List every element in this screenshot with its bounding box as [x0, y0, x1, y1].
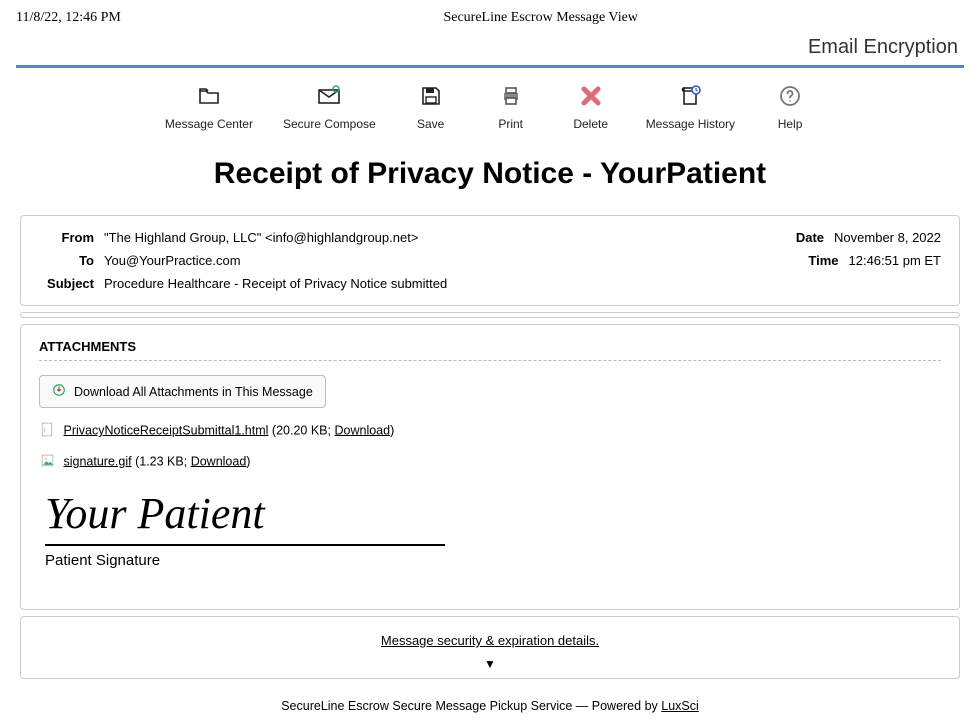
signature-block: Your Patient Patient Signature	[45, 492, 941, 569]
toolbar-label: Message Center	[165, 117, 253, 131]
divider	[16, 65, 964, 68]
attachment-download-link[interactable]: Download	[334, 423, 390, 437]
time-value: 12:46:51 pm ET	[849, 253, 942, 268]
save-button[interactable]: Save	[406, 84, 456, 131]
toolbar-label: Help	[778, 117, 803, 131]
save-icon	[419, 84, 443, 111]
subject-value: Procedure Healthcare - Receipt of Privac…	[104, 276, 447, 291]
attachment-meta: (20.20 KB; Download)	[272, 423, 394, 437]
security-details-panel: Message security & expiration details. ▼	[20, 616, 960, 679]
date-value: November 8, 2022	[834, 230, 941, 245]
download-all-label: Download All Attachments in This Message	[74, 385, 313, 399]
svg-text:i: i	[44, 428, 45, 434]
signature-caption: Patient Signature	[45, 544, 445, 569]
attachment-filename-link[interactable]: signature.gif	[63, 454, 131, 468]
image-file-icon	[41, 454, 54, 470]
toolbar-label: Secure Compose	[283, 117, 376, 131]
message-history-button[interactable]: Message History	[646, 84, 735, 131]
print-icon	[499, 84, 523, 111]
from-value: "The Highland Group, LLC" <info@highland…	[104, 230, 418, 245]
toolbar-label: Delete	[573, 117, 608, 131]
time-label: Time	[805, 253, 839, 268]
security-details-link[interactable]: Message security & expiration details.	[381, 633, 599, 648]
html-file-icon: i	[41, 422, 54, 440]
toolbar-label: Save	[417, 117, 444, 131]
attachments-panel: ATTACHMENTS Download All Attachments in …	[20, 324, 960, 610]
attachment-download-link[interactable]: Download	[191, 454, 247, 468]
print-button[interactable]: Print	[486, 84, 536, 131]
powered-by-link[interactable]: LuxSci	[661, 699, 699, 713]
download-all-button[interactable]: Download All Attachments in This Message	[39, 375, 326, 408]
from-label: From	[39, 230, 94, 245]
globe-download-icon	[52, 383, 66, 400]
toolbar-label: Message History	[646, 117, 735, 131]
attachment-meta: (1.23 KB; Download)	[135, 454, 250, 468]
footer: SecureLine Escrow Secure Message Pickup …	[0, 685, 980, 727]
delete-x-icon	[579, 84, 603, 111]
date-label: Date	[790, 230, 824, 245]
window-title: SecureLine Escrow Message View	[443, 10, 637, 26]
chevron-down-icon[interactable]: ▼	[21, 658, 959, 670]
footer-text: SecureLine Escrow Secure Message Pickup …	[281, 699, 661, 713]
print-timestamp: 11/8/22, 12:46 PM	[16, 10, 121, 26]
signature-image: Your Patient	[45, 492, 941, 536]
message-headers-panel: From "The Highland Group, LLC" <info@hig…	[20, 215, 960, 306]
message-center-button[interactable]: Message Center	[165, 84, 253, 131]
page-title: Receipt of Privacy Notice - YourPatient	[0, 157, 980, 191]
attachments-heading: ATTACHMENTS	[39, 339, 941, 354]
toolbar-label: Print	[498, 117, 523, 131]
attachment-filename-link[interactable]: PrivacyNoticeReceiptSubmittal1.html	[63, 423, 268, 437]
attachment-row: signature.gif (1.23 KB; Download)	[41, 454, 941, 470]
subject-label: Subject	[39, 276, 94, 291]
toolbar: Message Center Secure Compose Save Print…	[0, 78, 980, 141]
to-label: To	[39, 253, 94, 268]
help-icon	[778, 84, 802, 111]
brand-label: Email Encryption	[0, 32, 980, 63]
folder-open-icon	[197, 84, 221, 111]
to-value: You@YourPractice.com	[104, 253, 241, 268]
help-button[interactable]: Help	[765, 84, 815, 131]
attachment-row: i PrivacyNoticeReceiptSubmittal1.html (2…	[41, 422, 941, 440]
dashed-divider	[39, 360, 941, 361]
delete-button[interactable]: Delete	[566, 84, 616, 131]
history-icon	[678, 84, 702, 111]
spacer-panel	[20, 312, 960, 318]
secure-compose-button[interactable]: Secure Compose	[283, 84, 376, 131]
envelope-edit-icon	[317, 84, 341, 111]
